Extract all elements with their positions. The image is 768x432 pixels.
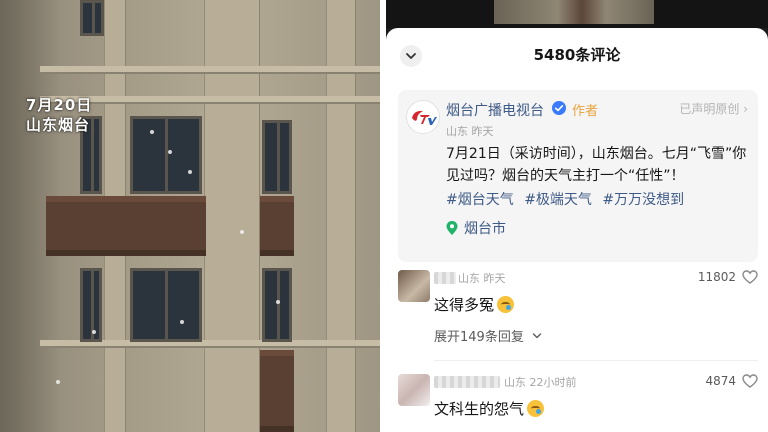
- video-thumbnail: [494, 0, 654, 24]
- comment-meta: 山东 昨天: [458, 272, 506, 285]
- comment-item: 山东 昨天 11802 这得多冤 展开149条回复: [398, 270, 758, 350]
- location-link[interactable]: 烟台市: [446, 218, 506, 238]
- window: [130, 116, 202, 194]
- crying-laughing-emoji-icon: [497, 296, 515, 313]
- snowflake: [150, 130, 154, 134]
- snowflake: [168, 150, 172, 154]
- building-pillar: [326, 0, 356, 432]
- author-avatar[interactable]: [406, 100, 440, 134]
- comment-text-row: 这得多冤: [434, 294, 515, 315]
- stamp-date: 7月20日: [26, 96, 93, 114]
- like-count: 4874: [705, 374, 736, 388]
- crying-laughing-emoji-icon: [527, 400, 545, 417]
- video-frame: 7月20日 山东烟台: [0, 0, 380, 432]
- comment-meta: 山东 22小时前: [504, 376, 577, 389]
- expand-replies-button[interactable]: 展开149条回复: [434, 326, 542, 345]
- window: [130, 268, 202, 342]
- comment-text: 这得多冤: [434, 296, 495, 314]
- commenter-avatar[interactable]: [398, 374, 430, 406]
- video-stamp: 7月20日 山东烟台: [26, 95, 92, 135]
- comment-text: 文科生的怨气: [434, 400, 525, 418]
- hashtag-link[interactable]: #极端天气: [524, 192, 592, 208]
- expand-replies-label: 展开149条回复: [434, 330, 524, 345]
- comments-sheet: 5480条评论 烟台广播电视台 作者 已声明原创 › 山东 昨天 7月21日（采…: [386, 28, 768, 432]
- sheet-header: 5480条评论: [386, 28, 768, 82]
- phone-screenshot: 5480条评论 烟台广播电视台 作者 已声明原创 › 山东 昨天 7月21日（采…: [386, 0, 768, 432]
- hashtag-link[interactable]: #烟台天气: [446, 192, 514, 208]
- tv-logo-icon: [412, 110, 437, 125]
- snowflake: [56, 380, 60, 384]
- comment-item: 山东 22小时前 4874 文科生的怨气: [398, 374, 758, 430]
- balcony-band: [260, 350, 294, 432]
- chevron-right-icon: ›: [743, 102, 748, 116]
- heart-icon[interactable]: [742, 270, 758, 284]
- building-ledge: [40, 66, 380, 74]
- building-pillar: [204, 0, 260, 432]
- window: [262, 268, 292, 342]
- snowflake: [276, 300, 280, 304]
- chevron-down-icon: [532, 332, 542, 338]
- location-pin-icon: [446, 221, 458, 235]
- comment-count-title: 5480条评论: [533, 46, 621, 64]
- original-declared-link[interactable]: 已声明原创 ›: [679, 100, 748, 117]
- like-count: 11802: [697, 270, 736, 284]
- hashtag-row: #烟台天气 #极端天气 #万万没想到: [446, 189, 690, 209]
- window: [80, 268, 102, 342]
- post-meta: 山东 昨天: [446, 125, 494, 138]
- commenter-avatar[interactable]: [398, 270, 430, 302]
- location-label: 烟台市: [464, 221, 506, 237]
- post-text: 7月21日（采访时间），山东烟台。七月“飞雪”你见过吗？烟台的天气主打一个“任性…: [446, 146, 747, 184]
- blurred-username: [434, 272, 456, 284]
- window: [80, 0, 104, 36]
- balcony-band: [46, 196, 206, 256]
- comment-divider: [434, 360, 758, 361]
- verified-badge-icon: [552, 101, 566, 115]
- heart-icon[interactable]: [742, 374, 758, 388]
- snowflake: [188, 170, 192, 174]
- stamp-location: 山东烟台: [26, 116, 91, 134]
- window: [262, 120, 292, 194]
- author-tag: 作者: [572, 104, 599, 119]
- snowflake: [240, 230, 244, 234]
- snowflake: [180, 320, 184, 324]
- snowflake: [92, 330, 96, 334]
- collage: 7月20日 山东烟台 5480条评论 烟台广播电视台 作者 已声明原创 › 山东…: [0, 0, 768, 432]
- comment-text-row: 文科生的怨气: [434, 398, 545, 419]
- video-strip: [386, 0, 768, 28]
- blurred-username: [434, 376, 500, 388]
- original-declared-label: 已声明原创: [679, 102, 740, 116]
- hashtag-link[interactable]: #万万没想到: [602, 192, 684, 208]
- author-post-card: 烟台广播电视台 作者 已声明原创 › 山东 昨天 7月21日（采访时间），山东烟…: [398, 90, 758, 262]
- balcony-band: [260, 196, 294, 256]
- author-name[interactable]: 烟台广播电视台: [446, 100, 544, 120]
